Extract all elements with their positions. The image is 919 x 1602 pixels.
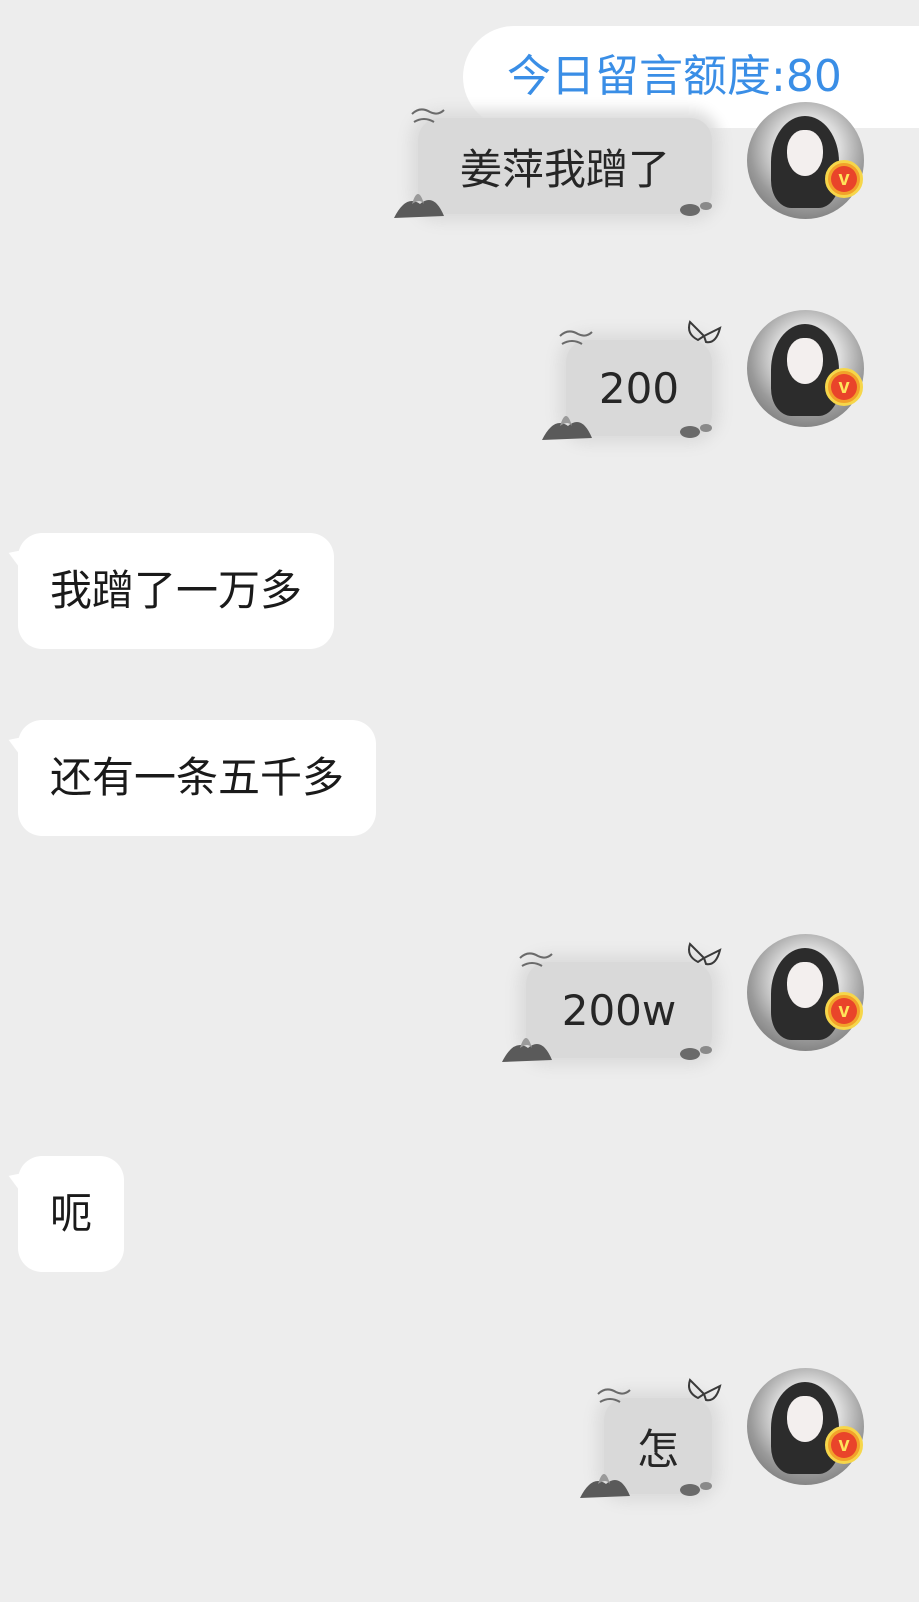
incoming-message-bubble[interactable]: 呃 <box>5 1156 125 1272</box>
bubble-tail <box>5 1168 25 1190</box>
chat-screen: 今日留言额度:80 姜萍我蹭了 v 200 v 我蹭了一万多 还有一条五千多 2… <box>0 0 919 1602</box>
incoming-message-bubble[interactable]: 我蹭了一万多 <box>5 533 335 649</box>
verified-badge-icon: v <box>825 368 863 406</box>
avatar[interactable]: v <box>747 934 864 1051</box>
message-text: 还有一条五千多 <box>50 753 345 802</box>
message-text: 200 <box>598 363 680 413</box>
avatar[interactable]: v <box>747 102 864 219</box>
verified-badge-icon: v <box>825 1426 863 1464</box>
outgoing-message-bubble[interactable]: 姜萍我蹭了 <box>394 108 712 218</box>
outgoing-message-bubble[interactable]: 200w <box>502 942 722 1062</box>
avatar[interactable]: v <box>747 1368 864 1485</box>
message-text: 怎 <box>636 1424 679 1474</box>
message-text: 姜萍我蹭了 <box>459 144 670 194</box>
message-text: 我蹭了一万多 <box>50 566 303 615</box>
bubble-tail <box>5 545 25 567</box>
outgoing-message-bubble[interactable]: 200 <box>542 320 722 440</box>
avatar[interactable]: v <box>747 310 864 427</box>
incoming-message-bubble[interactable]: 还有一条五千多 <box>5 720 377 836</box>
message-quota-pill: 今日留言额度:80 <box>463 26 919 128</box>
verified-badge-icon: v <box>825 992 863 1030</box>
message-text: 呃 <box>50 1189 93 1238</box>
verified-badge-icon: v <box>825 160 863 198</box>
outgoing-message-bubble[interactable]: 怎 <box>580 1378 722 1498</box>
message-text: 200w <box>561 985 677 1035</box>
bubble-tail <box>5 732 25 754</box>
